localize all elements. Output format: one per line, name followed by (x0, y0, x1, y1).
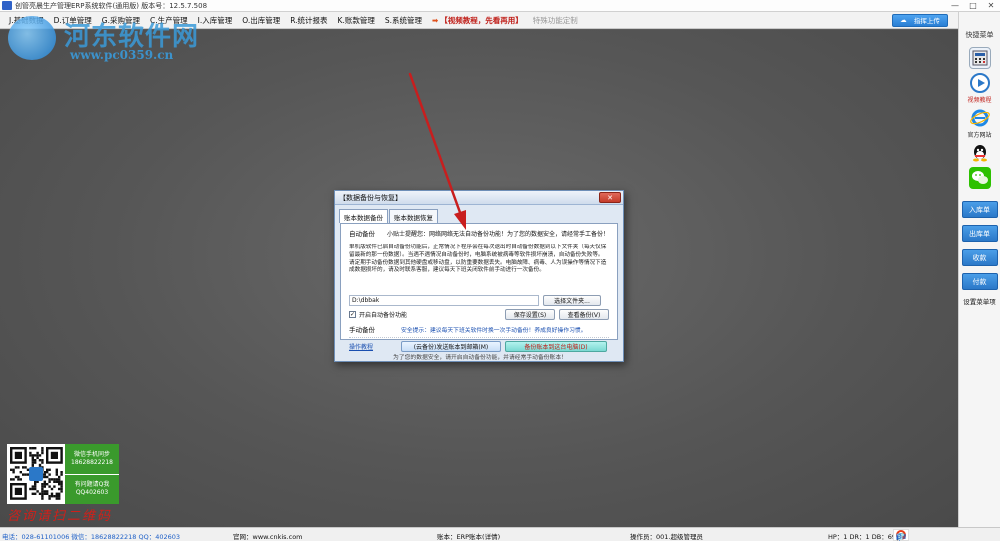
quick-menu-panel: 快捷菜单 视频教程 官方网站 入库单 出库单 收款 付款 设置菜单项 (958, 12, 1000, 527)
enable-auto-backup-checkbox[interactable]: ✓ (349, 311, 356, 318)
cloud-backup-button[interactable]: (云备份)发送账本到邮箱(M) (401, 341, 501, 352)
hp-info: HP：1 DR：1 DB：69 (828, 533, 896, 541)
help-tutorial-link[interactable]: 操作教程 (349, 342, 401, 351)
dialog-close-button[interactable]: ✕ (599, 192, 621, 203)
settings-menu-link[interactable]: 设置菜单项 (963, 296, 996, 306)
watermark-url: www.pc0359.cn (70, 48, 174, 62)
title-bar: 创管亮晨生产管理ERP系统软件(通用版) 版本号：12.5.7.508 — □ … (0, 0, 1000, 12)
cloud-icon: ☁ (900, 16, 907, 24)
backup-dialog: 【数据备份与恢复】 ✕ 账本数据备份 账本数据恢复 自动备份 小贴士提醒您：网络… (334, 190, 624, 362)
menu-reports[interactable]: R.统计报表 (285, 15, 332, 26)
save-settings-button[interactable]: 保存设置(S) (505, 309, 555, 320)
dialog-footer-note: 为了您的数据安全，请开启自动备份功能，并请经常手动备份账本！ (393, 355, 567, 361)
window-title: 创管亮晨生产管理ERP系统软件(通用版) 版本号：12.5.7.508 (15, 1, 208, 10)
backup-description: 单机版软件已启自动备份功能后，正常情况下程序会在每次退出时自动备份数据到以下文件… (349, 244, 607, 274)
maximize-button[interactable]: □ (964, 0, 982, 12)
tab-restore[interactable]: 账本数据恢复 (389, 209, 438, 223)
qr-contact-card: 微信手机同步 18628822218 有问题请Q我 QQ402603 (7, 444, 119, 504)
qq-contact-info: 有问题请Q我 QQ402603 (74, 481, 110, 497)
tab-backup[interactable]: 账本数据备份 (339, 209, 388, 223)
wechat-sync-info: 微信手机同步 18628822218 (65, 444, 119, 475)
operator-info: 操作员：001.超级管理员 (630, 533, 703, 541)
watermark-logo-icon (8, 16, 56, 60)
video-tutorial-shortcut-label: 视频教程 (967, 97, 992, 104)
manual-backup-label: 手动备份 (349, 326, 375, 334)
ime-settings[interactable]: ⚙ (896, 533, 902, 541)
ie-icon[interactable] (969, 107, 991, 129)
wechat-icon[interactable] (968, 167, 991, 189)
close-button[interactable]: ✕ (982, 0, 1000, 12)
app-icon (2, 1, 12, 10)
menu-stock-in[interactable]: I.入库管理 (193, 15, 238, 26)
status-bar: 电话：028-61101006 微信：18628822218 QQ：402603… (0, 527, 1000, 541)
account-info: 账本：ERP账本(详情) (437, 533, 501, 541)
qr-code (7, 444, 65, 504)
qq-icon[interactable] (969, 142, 991, 164)
minimize-button[interactable]: — (946, 0, 964, 12)
payment-button[interactable]: 付款 (961, 273, 998, 290)
video-tutorial-label: 【视频教程，先看再用】 (440, 15, 523, 25)
choose-folder-button[interactable]: 选择文件夹... (543, 295, 601, 306)
dialog-tabs: 账本数据备份 账本数据恢复 (335, 205, 623, 223)
receipt-button[interactable]: 收款 (961, 249, 998, 266)
qr-scan-banner: 咨询请扫二维码 (7, 509, 113, 524)
backup-path-field[interactable]: D:\dbbak (349, 295, 539, 306)
backup-tab-panel: 自动备份 小贴士提醒您：网络网络无法自动备份功能！为了您的数据安全，请经常手工备… (340, 223, 618, 352)
arrow-right-icon: ➡ (432, 15, 439, 25)
quick-menu-title: 快捷菜单 (965, 31, 994, 39)
view-backup-button[interactable]: 查看备份(V) (559, 309, 609, 320)
play-icon[interactable] (969, 72, 991, 94)
official-site-label: 官方网站 (967, 132, 992, 139)
safety-tip: 安全提示：建议每天下班关软件时换一次手动备份！养成良好操作习惯。 (401, 327, 587, 334)
local-backup-button[interactable]: 备份账本到这台电脑(D) (505, 341, 607, 352)
menu-accounts[interactable]: K.账款管理 (333, 15, 380, 26)
menu-video-tutorial[interactable]: ➡ 【视频教程，先看再用】 (427, 15, 528, 26)
menu-system[interactable]: S.系统管理 (380, 15, 427, 26)
contact-info: 电话：028-61101006 微信：18628822218 QQ：402603 (2, 533, 181, 541)
stock-in-button[interactable]: 入库单 (961, 201, 998, 218)
upload-button-label: 指挥上传 (913, 17, 940, 25)
menu-stock-out[interactable]: O.出库管理 (237, 15, 285, 26)
enable-auto-backup-label: 开启自动备份功能 (359, 312, 408, 319)
backup-tip: 小贴士提醒您：网络网络无法自动备份功能！为了您的数据安全，请经常手工备份！ (386, 230, 609, 238)
ime-toolbar[interactable]: S 中 ° ♪ ⌨ 🎤 ▦ 👕 ⚙ (893, 529, 909, 541)
website-info[interactable]: 官网：www.cnkis.com (233, 531, 303, 541)
stock-out-button[interactable]: 出库单 (961, 225, 998, 242)
menu-custom-features[interactable]: 特殊功能定制 (528, 15, 583, 26)
auto-backup-label: 自动备份 (349, 230, 375, 238)
calculator-icon[interactable] (968, 47, 991, 69)
upload-button[interactable]: ☁ 指挥上传 (892, 13, 948, 27)
dialog-title: 【数据备份与恢复】 (339, 193, 402, 202)
